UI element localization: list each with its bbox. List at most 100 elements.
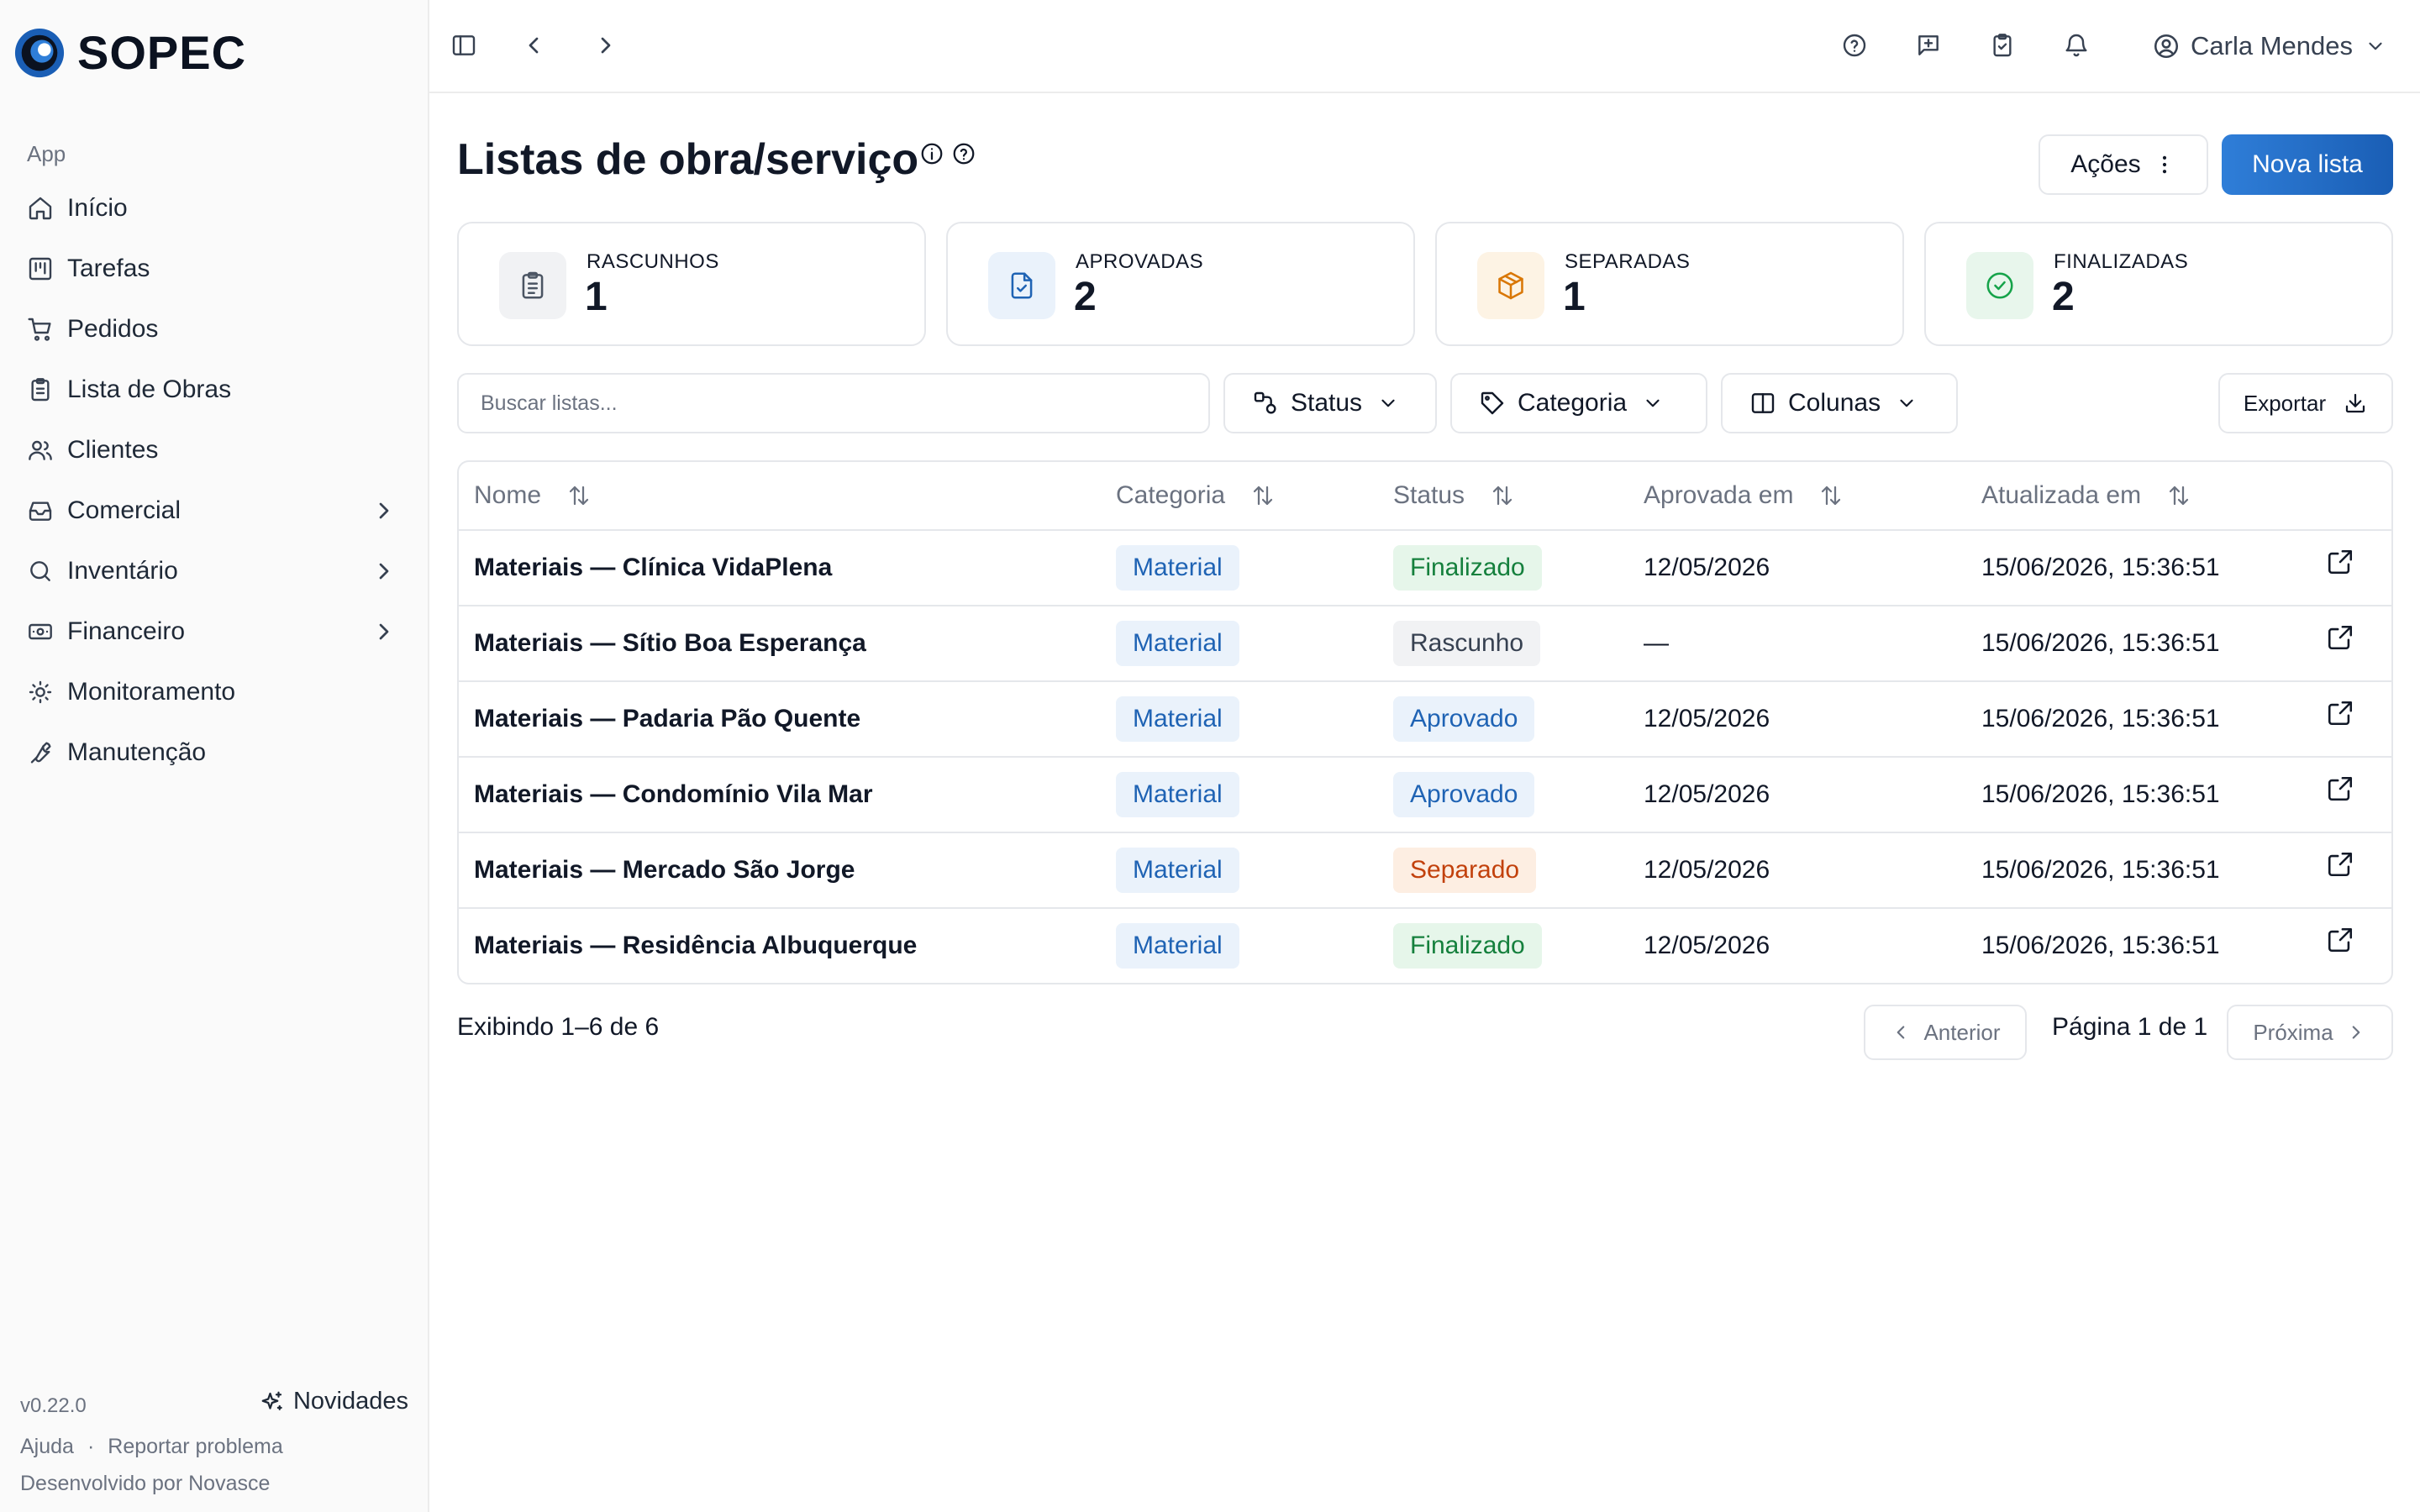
sidebar-item-tarefas[interactable]: Tarefas [0,239,428,299]
sort-icon [1250,483,1276,508]
user-menu[interactable]: Carla Mendes [2152,25,2386,67]
app-logo[interactable]: SOPEC [13,25,246,80]
category-badge: Material [1116,923,1239,969]
chevron-right-icon[interactable] [371,558,397,585]
table-row[interactable]: Materiais — Residência Albuquerque Mater… [459,909,2391,983]
sidebar-item-manutencao[interactable]: Manutenção [0,722,428,783]
export-label: Exportar [2243,390,2327,416]
report-problem-link[interactable]: Reportar problema [108,1435,282,1458]
more-vertical-icon [2153,153,2176,176]
approved-date: 12/05/2026 [1644,932,1770,959]
message-plus-icon [1918,35,1939,55]
column-header-status[interactable]: Status [1393,462,1515,529]
feedback-button[interactable] [1912,29,1945,62]
tag-icon [1479,390,1506,417]
brand-name: SOPEC [77,26,247,79]
external-link-icon[interactable] [2326,926,2354,954]
category-filter[interactable]: Categoria [1450,373,1707,433]
approved-date: 12/05/2026 [1644,705,1770,732]
external-link-icon[interactable] [2326,623,2354,652]
top-bar: Carla Mendes [429,0,2420,93]
status-filter[interactable]: Status [1223,373,1437,433]
sidebar-item-label: Comercial [67,496,182,524]
sidebar-item-clientes[interactable]: Clientes [0,420,428,480]
row-name[interactable]: Materiais — Clínica VidaPlena [474,531,832,605]
stat-label: RASCUNHOS [587,250,719,273]
chevron-right-icon[interactable] [371,497,397,524]
sort-icon [566,483,592,508]
sidebar-item-pedidos[interactable]: Pedidos [0,299,428,360]
tasks-button[interactable] [1986,29,2019,62]
sidebar-item-inventario[interactable]: Inventário [0,541,428,601]
table-row[interactable]: Materiais — Padaria Pão Quente Material … [459,682,2391,758]
external-link-icon[interactable] [2326,774,2354,803]
status-badge: Finalizado [1393,545,1542,591]
row-name[interactable]: Materiais — Condomínio Vila Mar [474,758,873,832]
kanban-icon [27,255,54,282]
column-header-aprovada-em[interactable]: Aprovada em [1644,462,1844,529]
table-row[interactable]: Materiais — Clínica VidaPlena Material F… [459,531,2391,606]
approved-date: 12/05/2026 [1644,856,1770,884]
chevron-right-icon[interactable] [371,618,397,645]
sidebar-item-label: Início [67,194,128,222]
stat-card-finalizadas[interactable]: FINALIZADAS 2 [1924,222,2393,346]
inbox-icon [27,497,54,524]
table-row[interactable]: Materiais — Condomínio Vila Mar Material… [459,758,2391,833]
row-name[interactable]: Materiais — Sítio Boa Esperança [474,606,866,680]
actions-label: Ações [2070,150,2141,178]
row-name[interactable]: Materiais — Mercado São Jorge [474,833,855,907]
external-link-icon[interactable] [2326,548,2354,576]
chevron-down-icon [1377,392,1399,414]
novidades-button[interactable]: Novidades [260,1388,408,1415]
sun-icon [27,679,54,706]
sidebar-item-label: Clientes [67,436,159,464]
sidebar-item-financeiro[interactable]: Financeiro [0,601,428,662]
row-name[interactable]: Materiais — Padaria Pão Quente [474,682,860,756]
column-header-atualizada-em[interactable]: Atualizada em [1981,462,2191,529]
check-circle-icon [1966,252,2033,319]
next-page-button[interactable]: Próxima [2227,1005,2393,1060]
toggle-sidebar-button[interactable] [447,29,481,62]
help-link[interactable]: Ajuda [20,1435,74,1458]
notifications-button[interactable] [2060,29,2093,62]
columns-filter[interactable]: Colunas [1721,373,1958,433]
table-row[interactable]: Materiais — Sítio Boa Esperança Material… [459,606,2391,682]
sidebar-item-label: Manutenção [67,738,207,766]
panel-left-icon [452,35,476,55]
new-list-button[interactable]: Nova lista [2222,134,2393,195]
column-header-categoria[interactable]: Categoria [1116,462,1276,529]
column-header-nome[interactable]: Nome [474,462,592,529]
sidebar-item-comercial[interactable]: Comercial [0,480,428,541]
table-row[interactable]: Materiais — Mercado São Jorge Material S… [459,833,2391,909]
user-circle-icon [2152,32,2181,60]
updated-date: 15/06/2026, 15:36:51 [1981,932,2220,959]
back-button[interactable] [517,29,550,62]
previous-page-button[interactable]: Anterior [1864,1005,2027,1060]
info-icon[interactable] [919,141,944,166]
stat-card-rascunhos[interactable]: RASCUNHOS 1 [457,222,926,346]
help-button[interactable] [1838,29,1871,62]
external-link-icon[interactable] [2326,850,2354,879]
forward-button[interactable] [589,29,623,62]
stat-value: 2 [2052,275,2075,319]
sidebar-item-lista-de-obras[interactable]: Lista de Obras [0,360,428,420]
row-name[interactable]: Materiais — Residência Albuquerque [474,909,917,983]
help-circle-icon[interactable] [951,141,976,166]
category-badge: Material [1116,545,1239,591]
bell-icon [2065,34,2087,57]
search-input[interactable] [457,373,1210,433]
column-header-label: Nome [474,481,542,509]
external-link-icon[interactable] [2326,699,2354,727]
sidebar-item-monitoramento[interactable]: Monitoramento [0,662,428,722]
status-badge: Rascunho [1393,621,1541,666]
results-count: Exibindo 1–6 de 6 [457,1013,660,1041]
sidebar-nav: Início Tarefas Pedidos Lista de Obras Cl… [0,178,428,783]
actions-button[interactable]: Ações [2039,134,2208,195]
export-button[interactable]: Exportar [2218,373,2393,433]
approved-date: 12/05/2026 [1644,780,1770,808]
stat-card-aprovadas[interactable]: APROVADAS 2 [946,222,1415,346]
sidebar-item-inicio[interactable]: Início [0,178,428,239]
title-icons [919,141,983,166]
category-badge: Material [1116,848,1239,893]
stat-card-separadas[interactable]: SEPARADAS 1 [1435,222,1904,346]
